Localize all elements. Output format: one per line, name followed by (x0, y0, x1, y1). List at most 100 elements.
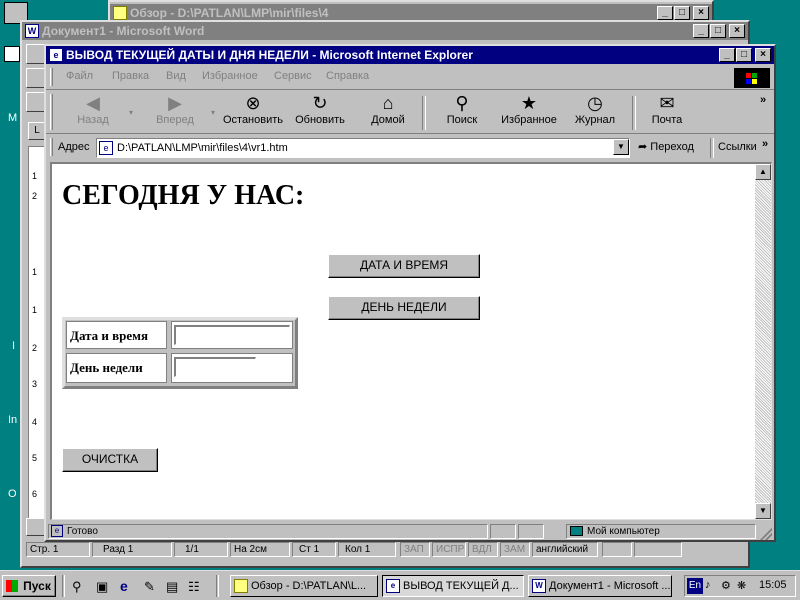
datetime-field[interactable] (174, 325, 290, 345)
grip[interactable] (50, 138, 53, 156)
language-indicator[interactable]: En (687, 578, 703, 594)
status-trk[interactable]: ИСПР (432, 542, 466, 557)
word-statusbar: Стр. 1 Разд 1 1/1 На 2см Ст 1 Кол 1 ЗАП … (22, 540, 748, 560)
tray-app-icon[interactable]: ❋ (737, 579, 746, 592)
table-cell-value (171, 321, 293, 349)
menu-favorites[interactable]: Избранное (202, 70, 258, 82)
home-icon: ⌂ (382, 93, 394, 113)
content-frame: СЕГОДНЯ У НАС: ДАТА И ВРЕМЯ ДЕНЬ НЕДЕЛИ … (50, 162, 772, 520)
maximize-button[interactable]: □ (736, 48, 752, 62)
menu-file[interactable]: Файл (66, 70, 93, 82)
ie-window[interactable]: e ВЫВОД ТЕКУЩЕЙ ДАТЫ И ДНЯ НЕДЕЛИ - Micr… (44, 44, 776, 542)
stop-button[interactable]: ⊗ Остановить (220, 92, 286, 126)
go-label: Переход (650, 141, 694, 153)
favorites-button[interactable]: ★ Избранное (498, 92, 560, 126)
ruler-number: 6 (32, 489, 38, 499)
scroll-down-button[interactable]: ▼ (755, 503, 771, 519)
desktop-label: O (8, 488, 17, 500)
forward-button[interactable]: ▶ Вперед (148, 92, 202, 126)
minimize-button[interactable]: _ (657, 6, 673, 20)
scroll-up-button[interactable]: ▲ (755, 164, 771, 180)
address-dropdown-button[interactable]: ▼ (613, 139, 629, 155)
back-button[interactable]: ◀ Назад (68, 92, 118, 126)
zone-text: Мой компьютер (587, 526, 660, 537)
weekday-label: День недели (70, 360, 143, 375)
start-button[interactable]: Пуск (2, 575, 56, 597)
monitor-icon[interactable]: ▤ (166, 579, 182, 595)
resize-grip-icon[interactable] (760, 528, 772, 540)
ie-statusbar: e Готово Мой компьютер (46, 522, 774, 540)
close-button[interactable]: × (755, 48, 771, 62)
toolbar-separator (632, 96, 636, 130)
close-button[interactable]: × (729, 24, 745, 38)
table-cell-label: Дата и время (66, 321, 167, 349)
ruler-number: 4 (32, 417, 38, 427)
refresh-label: Обновить (295, 114, 345, 126)
links-chevron-icon[interactable]: » (762, 138, 768, 150)
back-arrow-icon: ◀ (86, 93, 100, 113)
grip[interactable] (50, 94, 53, 130)
clear-button[interactable]: ОЧИСТКА (62, 448, 158, 472)
close-button[interactable]: × (693, 6, 709, 20)
address-input[interactable]: e D:\PATLAN\LMP\mir\files\4\vr1.htm ▼ (96, 138, 630, 158)
stop-label: Остановить (222, 114, 284, 126)
word-icon: W (532, 579, 546, 593)
spelling-status-icon[interactable] (602, 542, 632, 557)
vertical-scrollbar[interactable]: ▲ ▼ (755, 164, 771, 519)
menu-view[interactable]: Вид (166, 70, 186, 82)
ruler-number: 1 (32, 267, 38, 277)
computer-icon (570, 526, 583, 536)
refresh-button[interactable]: ↻ Обновить (292, 92, 348, 126)
maximize-button[interactable]: □ (674, 6, 690, 20)
status-empty (518, 524, 544, 539)
ruler-number: 1 (32, 305, 38, 315)
status-ovr[interactable]: ЗАМ (500, 542, 530, 557)
books-icon[interactable]: ☷ (188, 579, 204, 595)
back-dropdown[interactable]: ▾ (126, 108, 136, 117)
grip[interactable] (50, 68, 53, 86)
menu-help[interactable]: Справка (326, 70, 369, 82)
ie-icon: e (386, 579, 400, 593)
mail-button[interactable]: ✉ Почта (644, 92, 690, 126)
datetime-button[interactable]: ДАТА И ВРЕМЯ (328, 254, 480, 278)
minimize-button[interactable]: _ (693, 24, 709, 38)
status-text-cell: e Готово (48, 524, 488, 539)
menu-edit[interactable]: Правка (112, 70, 149, 82)
notepad-icon[interactable]: ✎ (144, 579, 160, 595)
word-titlebar[interactable]: W Документ1 - Microsoft Word _ □ × (22, 22, 748, 40)
clock[interactable]: 15:05 (759, 579, 787, 591)
status-language[interactable]: английский (532, 542, 598, 557)
folder-icon (113, 6, 127, 20)
folder-icon (234, 579, 248, 593)
status-ext[interactable]: ВДЛ (468, 542, 498, 557)
table-cell-value (171, 353, 293, 383)
task-word[interactable]: W Документ1 - Microsoft ... (528, 575, 672, 597)
windows-logo-icon (734, 68, 770, 88)
explorer-title: Обзор - D:\PATLAN\LMP\mir\files\4 (130, 6, 329, 20)
task-explorer[interactable]: Обзор - D:\PATLAN\L... (230, 575, 378, 597)
maximize-button[interactable]: □ (710, 24, 726, 38)
weekday-field[interactable] (174, 357, 256, 377)
ie-quicklaunch-icon[interactable]: e (120, 578, 136, 594)
go-button[interactable]: ➦ Переход (638, 140, 706, 158)
forward-arrow-icon: ▶ (168, 93, 182, 113)
stop-icon: ⊗ (245, 93, 261, 113)
menu-tools[interactable]: Сервис (274, 70, 312, 82)
status-column: Кол 1 (338, 542, 396, 557)
minimize-button[interactable]: _ (719, 48, 735, 62)
desktop-icon[interactable] (4, 46, 20, 62)
ie-titlebar[interactable]: e ВЫВОД ТЕКУЩЕЙ ДАТЫ И ДНЯ НЕДЕЛИ - Micr… (46, 46, 774, 64)
forward-dropdown[interactable]: ▾ (208, 108, 218, 117)
status-rec[interactable]: ЗАП (400, 542, 430, 557)
toolbar-chevron-icon[interactable]: » (760, 94, 766, 106)
tray-app-icon[interactable]: ⚙ (721, 579, 731, 592)
history-button[interactable]: ◷ Журнал (570, 92, 620, 126)
home-button[interactable]: ⌂ Домой (364, 92, 412, 126)
weekday-button[interactable]: ДЕНЬ НЕДЕЛИ (328, 296, 480, 320)
desktop-icon[interactable]: ▣ (96, 579, 112, 595)
volume-icon[interactable]: ♪ (705, 579, 711, 591)
quicklaunch-icon[interactable]: ⚲ (72, 579, 88, 595)
search-button[interactable]: ⚲ Поиск (440, 92, 484, 126)
task-ie[interactable]: e ВЫВОД ТЕКУЩЕЙ Д... (382, 575, 524, 597)
links-button[interactable]: Ссылки (718, 141, 757, 153)
